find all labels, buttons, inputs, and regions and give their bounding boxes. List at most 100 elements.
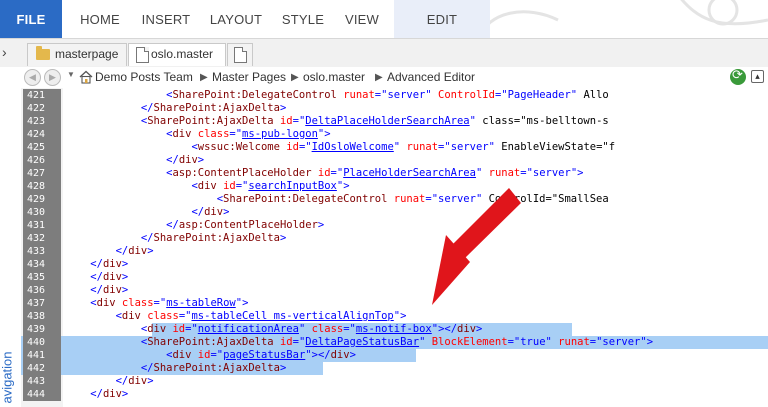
tab-style[interactable]: STYLE [280,0,326,38]
forward-button[interactable]: ▶ [44,69,61,86]
code-text: <wssuc:Welcome id="IdOsloWelcome" runat=… [191,141,616,153]
code-line[interactable]: 443 </div> [21,375,768,388]
navigation-label: avigation [0,351,15,404]
navigation-pane[interactable]: avigation [0,88,22,407]
code-line[interactable]: 423 <SharePoint:AjaxDelta id="DeltaPlace… [21,115,768,128]
breadcrumb-separator-icon: ▶ [291,72,299,83]
code-line[interactable]: 438 <div class="ms-tableCell ms-vertical… [21,310,768,323]
code-text: </div> [90,284,129,296]
code-text: </div> [191,206,230,218]
breadcrumb: ◀ ▶ ▼ Demo Posts Team ▶ Master Pages ▶ o… [0,67,768,89]
code-line[interactable]: 424 <div class="ms-pub-logon"> [21,128,768,141]
code-line[interactable]: 440 <SharePoint:AjaxDelta id="DeltaPageS… [21,336,768,349]
code-line[interactable]: 432 </SharePoint:AjaxDelta> [21,232,768,245]
code-text: <div id="notificationArea" class="ms-not… [140,323,483,335]
chevron-right-icon[interactable]: › [2,44,16,62]
code-line[interactable]: 431 </asp:ContentPlaceHolder> [21,219,768,232]
line-number: 438 [23,310,61,323]
code-line[interactable]: 444 </div> [21,388,768,401]
line-number: 434 [23,258,61,271]
code-text: </div> [90,271,129,283]
code-text: </SharePoint:AjaxDelta> [140,362,287,374]
code-editor[interactable]: 421 <SharePoint:DelegateControl runat="s… [21,88,768,407]
line-number: 430 [23,206,61,219]
code-line[interactable]: 430 </div> [21,206,768,219]
breadcrumb-item-file[interactable]: oslo.master [303,69,365,86]
code-line[interactable]: 437 <div class="ms-tableRow"> [21,297,768,310]
breadcrumb-item-site[interactable]: Demo Posts Team [95,69,193,86]
code-text: </div> [115,245,154,257]
code-text: </asp:ContentPlaceHolder> [166,219,325,231]
tab-layout[interactable]: LAYOUT [208,0,264,38]
code-line[interactable]: 428 <div id="searchInputBox"> [21,180,768,193]
code-line[interactable]: 425 <wssuc:Welcome id="IdOsloWelcome" ru… [21,141,768,154]
doc-tab-oslo-master[interactable]: oslo.master [128,43,226,66]
line-number: 423 [23,115,61,128]
document-tabs: › masterpage oslo.master [0,38,768,69]
tab-view[interactable]: VIEW [340,0,384,38]
breadcrumb-item-advanced-editor[interactable]: Advanced Editor [387,69,475,86]
line-number: 444 [23,388,61,401]
code-text: </SharePoint:AjaxDelta> [140,232,287,244]
code-text: <div id="searchInputBox"> [191,180,350,192]
code-line[interactable]: 441 <div id="pageStatusBar"></div> [21,349,768,362]
breadcrumb-separator-icon: ▶ [200,72,208,83]
code-text: </SharePoint:AjaxDelta> [140,102,287,114]
code-text: <SharePoint:DelegateControl runat="serve… [216,193,609,205]
code-text: <SharePoint:DelegateControl runat="serve… [166,89,609,101]
folder-icon [36,46,50,60]
line-number: 440 [23,336,61,349]
tab-edit[interactable]: EDIT [394,0,490,38]
code-line[interactable]: 436 </div> [21,284,768,297]
line-number: 422 [23,102,61,115]
line-number: 426 [23,154,61,167]
code-line[interactable]: 422 </SharePoint:AjaxDelta> [21,102,768,115]
line-number: 435 [23,271,61,284]
code-line[interactable]: 435 </div> [21,271,768,284]
code-text: <div class="ms-pub-logon"> [166,128,331,140]
doc-tab-masterpage[interactable]: masterpage [27,43,127,66]
line-number: 421 [23,89,61,102]
code-line[interactable]: 434 </div> [21,258,768,271]
line-number: 427 [23,167,61,180]
code-text: <div class="ms-tableCell ms-verticalAlig… [115,310,407,322]
line-number: 429 [23,193,61,206]
breadcrumb-item-master-pages[interactable]: Master Pages [212,69,286,86]
line-number: 424 [23,128,61,141]
tab-insert[interactable]: INSERT [140,0,192,38]
tab-home[interactable]: HOME [76,0,124,38]
code-line[interactable]: 426 </div> [21,154,768,167]
line-number: 439 [23,323,61,336]
code-text: <SharePoint:AjaxDelta id="DeltaPageStatu… [140,336,654,348]
expand-icon[interactable]: ▴ [751,70,764,83]
code-line[interactable]: 433 </div> [21,245,768,258]
code-text: <SharePoint:AjaxDelta id="DeltaPlaceHold… [140,115,609,127]
code-line[interactable]: 442 </SharePoint:AjaxDelta> [21,362,768,375]
new-file-icon [234,47,247,63]
code-line[interactable]: 421 <SharePoint:DelegateControl runat="s… [21,89,768,102]
line-number: 431 [23,219,61,232]
line-number: 442 [23,362,61,375]
line-number: 437 [23,297,61,310]
line-number: 436 [23,284,61,297]
code-line[interactable]: 429 <SharePoint:DelegateControl runat="s… [21,193,768,206]
back-button[interactable]: ◀ [24,69,41,86]
tab-file[interactable]: FILE [0,0,62,38]
home-icon[interactable] [79,70,93,84]
line-number: 433 [23,245,61,258]
file-icon [136,47,149,63]
line-number: 432 [23,232,61,245]
doc-tab-label: masterpage [55,47,119,61]
history-dropdown-icon[interactable]: ▼ [67,70,75,79]
code-text: </div> [90,258,129,270]
line-number: 428 [23,180,61,193]
code-text: </div> [90,388,129,400]
code-line[interactable]: 439 <div id="notificationArea" class="ms… [21,323,768,336]
refresh-icon[interactable] [730,68,746,85]
code-text: <asp:ContentPlaceHolder id="PlaceHolderS… [166,167,584,179]
code-line[interactable]: 427 <asp:ContentPlaceHolder id="PlaceHol… [21,167,768,180]
line-number: 443 [23,375,61,388]
new-tab-button[interactable] [227,43,253,66]
navigation-pane-title: avigation [0,348,19,407]
code-text: <div class="ms-tableRow"> [90,297,249,309]
